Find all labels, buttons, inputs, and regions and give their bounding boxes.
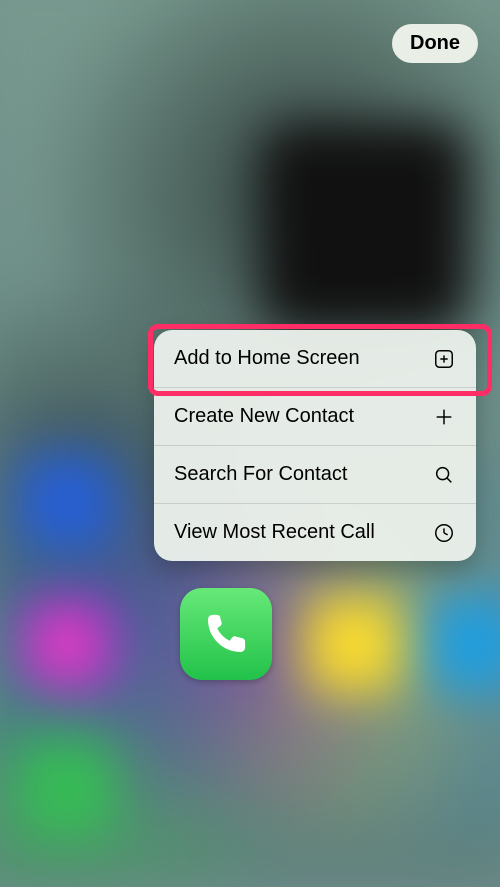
phone-app-icon[interactable]	[180, 588, 272, 680]
plus-icon	[432, 405, 456, 429]
search-icon	[432, 463, 456, 487]
menu-item-label: View Most Recent Call	[174, 521, 375, 544]
done-button[interactable]: Done	[392, 24, 478, 63]
plus-box-icon	[432, 347, 456, 371]
menu-item-add-to-home-screen[interactable]: Add to Home Screen	[154, 330, 476, 387]
menu-item-search-for-contact[interactable]: Search For Contact	[154, 445, 476, 503]
quick-actions-menu: Add to Home Screen Create New Contact Se…	[154, 330, 476, 561]
menu-item-view-most-recent-call[interactable]: View Most Recent Call	[154, 503, 476, 561]
menu-item-create-new-contact[interactable]: Create New Contact	[154, 387, 476, 445]
menu-item-label: Search For Contact	[174, 463, 347, 486]
clock-icon	[432, 521, 456, 545]
menu-item-label: Add to Home Screen	[174, 347, 360, 370]
phone-icon	[199, 607, 253, 661]
menu-item-label: Create New Contact	[174, 405, 354, 428]
